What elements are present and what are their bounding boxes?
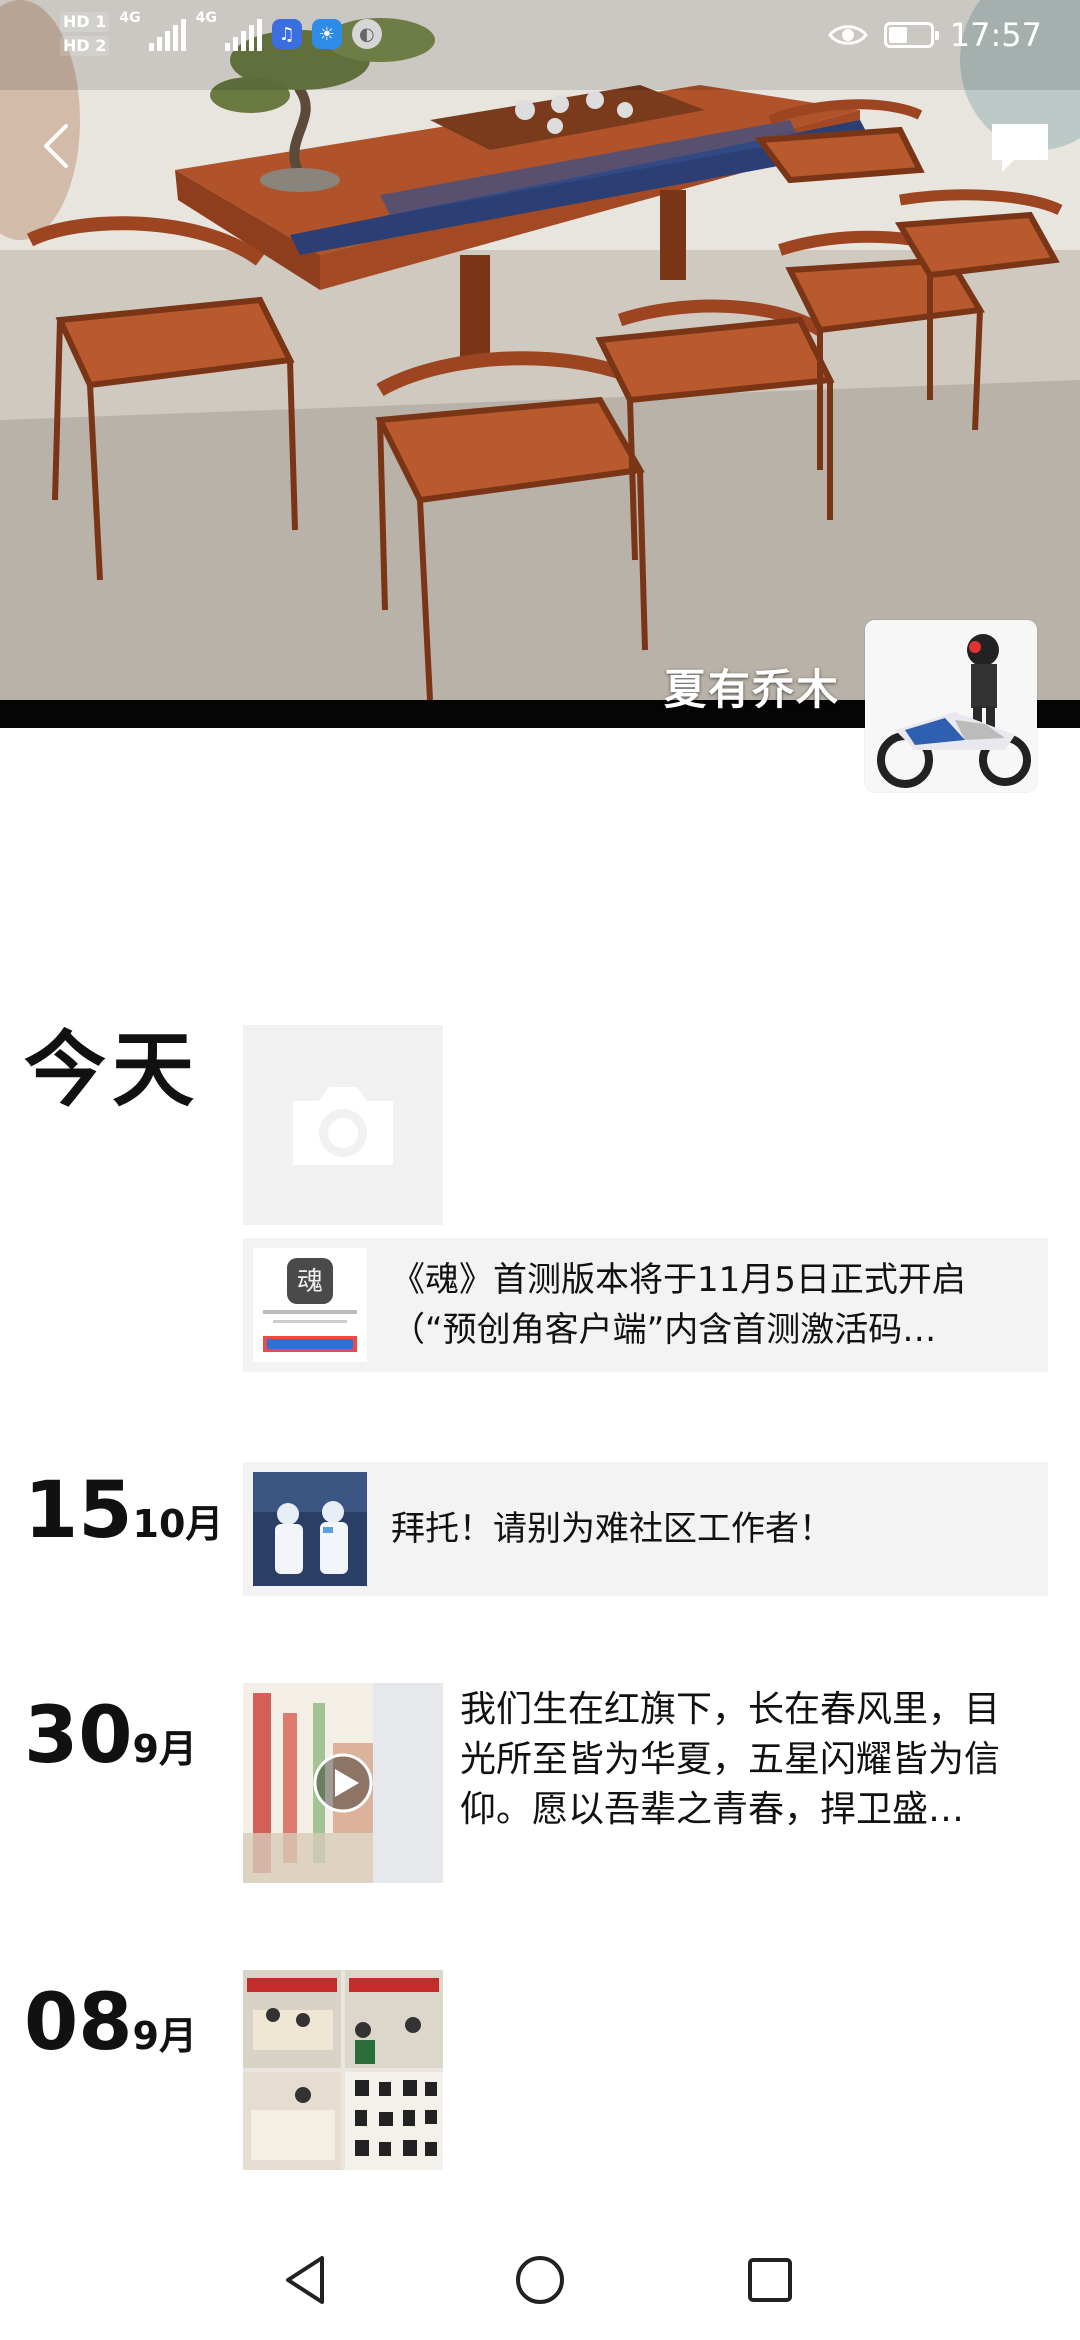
date-day: 30 (24, 1691, 133, 1781)
date-month: 9月 (132, 2014, 197, 2058)
nav-home-icon[interactable] (510, 2250, 570, 2310)
photo-post-thumbnail[interactable] (243, 1970, 443, 2170)
date-oct-15: 1510月 (24, 1470, 223, 1550)
post-photo-button[interactable] (243, 1025, 443, 1225)
share-card-game[interactable]: 魂 《魂》首测版本将于11月5日正式开启 （“预创角客户端”内含首测激活码… (243, 1238, 1048, 1372)
sim2-label: HD 2 (60, 36, 110, 56)
date-month: 10月 (132, 1502, 224, 1546)
workers-photo (253, 1472, 367, 1586)
video-thumbnail[interactable] (243, 1683, 443, 1883)
basketball-app-icon: ◐ (351, 19, 382, 49)
camera-icon (293, 1087, 393, 1165)
video-post-caption[interactable]: 我们生在红旗下，长在春风里，目 光所至皆为华夏，五星闪耀皆为信 仰。愿以吾辈之青… (460, 1685, 1060, 1835)
game-app-thumbnail: 魂 (253, 1248, 367, 1362)
battery-fill (888, 27, 907, 43)
signal-icon (224, 17, 262, 51)
date-day: 15 (24, 1466, 133, 1556)
profile-avatar[interactable] (865, 620, 1037, 792)
profile-username[interactable]: 夏有乔木 (664, 656, 840, 717)
clock: 17:57 (949, 16, 1042, 54)
message-icon[interactable] (988, 120, 1052, 176)
share-card-title: 《魂》首测版本将于11月5日正式开启 （“预创角客户端”内含首测激活码… (391, 1255, 966, 1355)
eye-icon (827, 25, 868, 45)
battery-icon (883, 22, 939, 48)
network-type-1: 4G (119, 10, 141, 26)
share-card-line-1: 《魂》首测版本将于11月5日正式开启 (391, 1260, 966, 1300)
cover-image[interactable]: HD 1 HD 2 4G 4G ♫ ☀ ◐ 17:57 (0, 0, 1080, 728)
date-month: 9月 (132, 1727, 197, 1771)
back-arrow-icon[interactable] (30, 118, 86, 174)
share-card-title: 拜托！请别为难社区工作者！ (391, 1509, 833, 1549)
share-card-thumbnail: 魂 (253, 1248, 367, 1362)
avatar-motorcycle-image (865, 620, 1037, 792)
status-bar-left: HD 1 HD 2 4G 4G ♫ ☀ ◐ (60, 10, 382, 58)
caption-line-1: 我们生在红旗下，长在春风里，目 (460, 1689, 1001, 1730)
share-card-community[interactable]: 拜托！请别为难社区工作者！ (243, 1462, 1048, 1596)
nav-recents-icon[interactable] (740, 2250, 800, 2310)
signal-icon (148, 17, 186, 51)
date-sep-30: 309月 (24, 1695, 197, 1775)
nav-back-icon[interactable] (278, 2250, 338, 2310)
video-preview-image (243, 1683, 443, 1883)
caption-line-2: 光所至皆为华夏，五星闪耀皆为信 (460, 1739, 1001, 1780)
share-card-thumbnail (253, 1472, 367, 1586)
status-bar: HD 1 HD 2 4G 4G ♫ ☀ ◐ 17:57 (0, 0, 1080, 80)
date-today: 今天 (24, 1023, 201, 1118)
network-type-2: 4G (195, 10, 217, 26)
system-nav-bar (0, 2220, 1080, 2340)
date-day: 08 (24, 1978, 133, 2068)
share-card-line-2: （“预创角客户端”内含首测激活码… (391, 1310, 937, 1350)
sim1-label: HD 1 (60, 12, 110, 32)
sim-indicators: HD 1 HD 2 (60, 10, 110, 58)
music-app-icon: ♫ (271, 19, 302, 49)
cover-photo (0, 0, 1080, 710)
lightbulb-app-icon: ☀ (311, 19, 342, 49)
calligraphy-class-photo (243, 1970, 443, 2170)
caption-line-3: 仰。愿以吾辈之青春，捍卫盛… (460, 1789, 965, 1830)
status-bar-right: 17:57 (827, 16, 1042, 54)
game-logo-text: 魂 (297, 1267, 323, 1297)
date-sep-08: 089月 (24, 1982, 197, 2062)
